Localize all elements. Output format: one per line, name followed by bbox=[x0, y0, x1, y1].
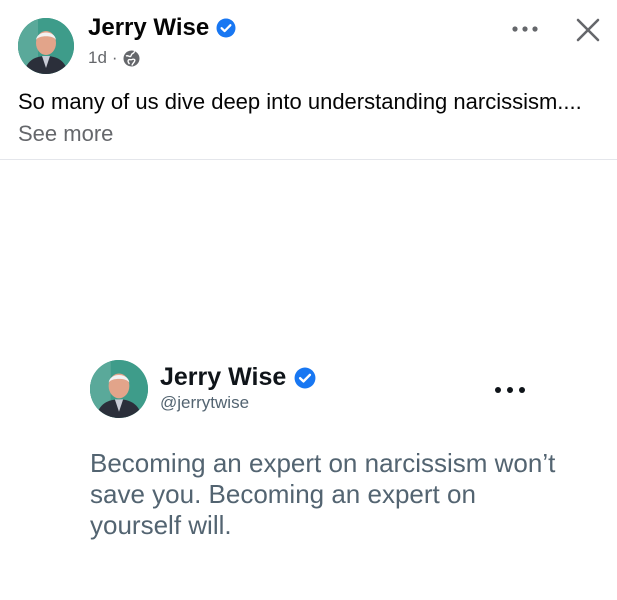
post-text: So many of us dive deep into understandi… bbox=[18, 86, 598, 150]
tweet-avatar bbox=[90, 360, 148, 418]
post-header: Jerry Wise 1d · So many of us dive deep … bbox=[0, 0, 617, 160]
tweet-handle: @jerrytwise bbox=[160, 393, 250, 412]
author-avatar[interactable] bbox=[18, 18, 74, 74]
close-button[interactable] bbox=[570, 12, 606, 48]
more-options-button[interactable] bbox=[505, 14, 545, 44]
more-horizontal-icon bbox=[512, 26, 538, 32]
tweet-more-icon bbox=[490, 378, 530, 402]
author-name[interactable]: Jerry Wise bbox=[88, 14, 209, 42]
close-icon bbox=[576, 18, 600, 42]
meta-separator: · bbox=[111, 48, 118, 67]
verified-badge-icon bbox=[216, 18, 236, 38]
post-timestamp[interactable]: 1d bbox=[88, 48, 107, 68]
post-caption: So many of us dive deep into understandi… bbox=[18, 89, 582, 114]
post-meta: 1d · bbox=[88, 48, 140, 68]
globe-icon bbox=[123, 50, 140, 67]
tweet-author-name: Jerry Wise bbox=[160, 363, 287, 391]
see-more-link[interactable]: See more bbox=[18, 121, 113, 146]
tweet-verified-badge-icon bbox=[294, 367, 316, 389]
tweet-text: Becoming an expert on narcissism won’t s… bbox=[90, 448, 556, 540]
tweet-author-row: Jerry Wise bbox=[160, 363, 316, 392]
